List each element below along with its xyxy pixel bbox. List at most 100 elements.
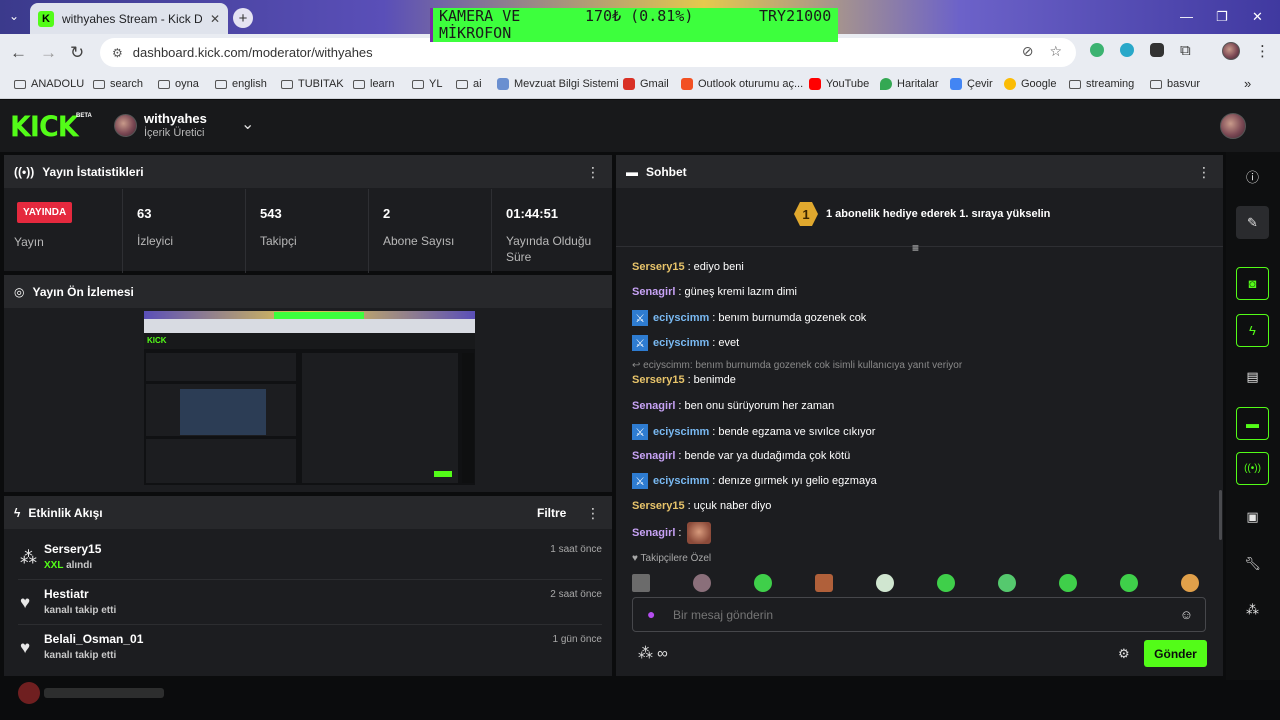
profile-avatar-icon[interactable] (1222, 42, 1240, 60)
stats-menu-icon[interactable]: ⋮ (586, 164, 600, 181)
notes-icon[interactable]: ▤ (1236, 360, 1269, 393)
extensions-puzzle-icon[interactable]: ⧉ (1180, 42, 1191, 59)
chat-scrollbar[interactable] (1219, 490, 1222, 540)
chat-username[interactable]: Sersery15 (632, 374, 685, 386)
bookmark-gmail[interactable]: Gmail (623, 78, 669, 90)
activity-item[interactable]: ♥ Belali_Osman_01 kanalı takip etti 1 gü… (18, 626, 602, 670)
emoji-picker-icon[interactable]: ☺ (1180, 607, 1193, 622)
reply-context[interactable]: ↩ eciyscimm: benım burnumda gozenek cok … (632, 360, 962, 371)
tab-search-icon[interactable]: ⌄ (9, 9, 19, 23)
microphone-icon[interactable]: ● (647, 606, 655, 622)
extension-spy-icon[interactable] (1150, 43, 1164, 57)
wrench-icon[interactable]: 🔧︎ (1236, 547, 1269, 580)
browser-menu-icon[interactable]: ⋮ (1255, 42, 1270, 60)
chat-username[interactable]: Senagirl (632, 400, 675, 412)
emote-4-icon[interactable] (815, 574, 833, 592)
emote-2-icon[interactable] (693, 574, 711, 592)
emote-1-icon[interactable] (632, 574, 650, 592)
video-library-icon[interactable]: ▣ (1236, 500, 1269, 533)
emote-9-icon[interactable] (1120, 574, 1138, 592)
bookmark-ai[interactable]: ai (456, 78, 482, 90)
chat-settings-gear-icon[interactable]: ⚙ (1118, 646, 1130, 662)
chat-message[interactable]: Sersery15: uçuk naber diyo (632, 500, 771, 512)
extension-search-icon[interactable] (1120, 43, 1134, 57)
emote-7-icon[interactable] (998, 574, 1016, 592)
bookmark-haritalar[interactable]: Haritalar (880, 78, 939, 90)
gift-leaderboard-banner[interactable]: 1 1 abonelik hediye ederek 1. sıraya yük… (616, 189, 1223, 247)
browser-tab[interactable]: K withyahes Stream - Kick Dashbo ✕ (30, 3, 228, 34)
bookmark-star-icon[interactable]: ☆ (1049, 43, 1062, 60)
minimize-window-button[interactable]: — (1180, 9, 1193, 24)
broadcast-icon[interactable]: ((•)) (1236, 452, 1269, 485)
chat-username[interactable]: Sersery15 (632, 261, 685, 273)
bookmark-streaming[interactable]: streaming (1069, 78, 1134, 90)
forward-arrow-icon[interactable]: → (40, 43, 57, 63)
chat-menu-icon[interactable]: ⋮ (1197, 164, 1211, 181)
chat-message[interactable]: ⚔ eciyscimm: denıze gırmek ıyı gelio egzma… (632, 473, 877, 489)
bookmark-tubitak[interactable]: TUBITAK (281, 78, 344, 90)
chat-message[interactable]: ⚔ eciyscimm: evet (632, 335, 739, 351)
chat-message[interactable]: Senagirl: (632, 522, 712, 544)
chat-message[interactable]: Sersery15: benimde (632, 374, 736, 386)
chat-username[interactable]: Senagirl (632, 286, 675, 298)
edit-pencil-icon[interactable]: ✎ (1236, 206, 1269, 239)
site-info-icon[interactable]: ⚙ (112, 46, 123, 60)
bookmark-learn[interactable]: learn (353, 78, 394, 90)
emote-3-icon[interactable] (754, 574, 772, 592)
emote-10-icon[interactable] (1181, 574, 1199, 592)
bookmark-anadolu[interactable]: ANADOLU (14, 78, 84, 90)
activity-item[interactable]: ♥ Hestiatr kanalı takip etti 2 saat önce (18, 581, 602, 625)
kicks-icon[interactable]: ⁂ (1236, 593, 1269, 626)
info-icon[interactable]: ⓘ (1236, 160, 1269, 193)
chat-username[interactable]: Sersery15 (632, 500, 685, 512)
bookmark-mevzuat[interactable]: Mevzuat Bilgi Sistemi (497, 78, 619, 90)
bookmark-english[interactable]: english (215, 78, 267, 90)
close-window-button[interactable]: ✕ (1252, 9, 1263, 25)
activity-item[interactable]: ⁂ Sersery15 XXL alındı 1 saat önce (18, 536, 602, 580)
chat-message-input[interactable] (673, 606, 1153, 624)
kick-logo[interactable]: KICK (10, 111, 79, 144)
user-menu-avatar[interactable] (1220, 113, 1246, 139)
chat-input-box[interactable]: ● ☺ (632, 597, 1206, 632)
filter-button[interactable]: Filtre (537, 506, 566, 520)
maximize-window-button[interactable]: ❐ (1216, 9, 1228, 25)
bookmark-google[interactable]: Google (1004, 78, 1056, 90)
bookmark-yl[interactable]: YL (412, 78, 442, 90)
more-bookmarks-icon[interactable]: » (1244, 76, 1251, 91)
chat-message[interactable]: Senagirl: güneş kremi lazım dimi (632, 286, 797, 298)
stream-preview-video[interactable]: KICK (144, 311, 475, 485)
kicks-balance-icon[interactable]: ⁂ ∞ (638, 644, 668, 662)
bookmark-search[interactable]: search (93, 78, 143, 90)
chat-bubble-icon[interactable]: ▬ (1236, 407, 1269, 440)
chat-username[interactable]: Senagirl (632, 450, 675, 462)
camera-capture-icon[interactable]: ◙ (1236, 267, 1269, 300)
chat-message[interactable]: Sersery15: ediyo beni (632, 261, 744, 273)
tab-close-icon[interactable]: ✕ (210, 12, 220, 26)
bookmark-basvur[interactable]: basvur (1150, 78, 1200, 90)
extension-shield-icon[interactable] (1090, 43, 1104, 57)
new-tab-button[interactable]: + (233, 8, 253, 28)
bookmark-outlook[interactable]: Outlook oturumu aç... (681, 78, 803, 90)
chat-message[interactable]: ⚔ eciyscimm: bende egzama ve sıvılce cıkıy… (632, 424, 875, 440)
chat-message[interactable]: ⚔ eciyscimm: benım burnumda gozenek cok (632, 310, 866, 326)
camera-blocked-icon[interactable]: ⊘ (1022, 43, 1034, 60)
back-arrow-icon[interactable]: ← (10, 43, 27, 63)
bookmark-youtube[interactable]: YouTube (809, 78, 869, 90)
chevron-down-icon[interactable]: ⌄ (241, 114, 254, 134)
chat-username[interactable]: Senagirl (632, 527, 675, 539)
bookmark-oyna[interactable]: oyna (158, 78, 199, 90)
emote-5-icon[interactable] (876, 574, 894, 592)
send-button[interactable]: Gönder (1144, 640, 1207, 667)
chat-username[interactable]: eciyscimm (653, 475, 709, 487)
emote-8-icon[interactable] (1059, 574, 1077, 592)
pin-toggle-icon[interactable]: ≡ (912, 241, 919, 255)
chat-username[interactable]: eciyscimm (653, 426, 709, 438)
chat-message[interactable]: Senagirl: bende var ya dudağımda çok kötü (632, 450, 850, 462)
chat-username[interactable]: eciyscimm (653, 312, 709, 324)
chat-message[interactable]: Senagirl: ben onu sürüyorum her zaman (632, 400, 834, 412)
bookmark-cevir[interactable]: Çevir (950, 78, 993, 90)
activity-menu-icon[interactable]: ⋮ (586, 505, 600, 522)
chat-username[interactable]: eciyscimm (653, 337, 709, 349)
address-bar[interactable]: ⚙ dashboard.kick.com/moderator/withyahes… (100, 38, 1076, 67)
emote-6-icon[interactable] (937, 574, 955, 592)
